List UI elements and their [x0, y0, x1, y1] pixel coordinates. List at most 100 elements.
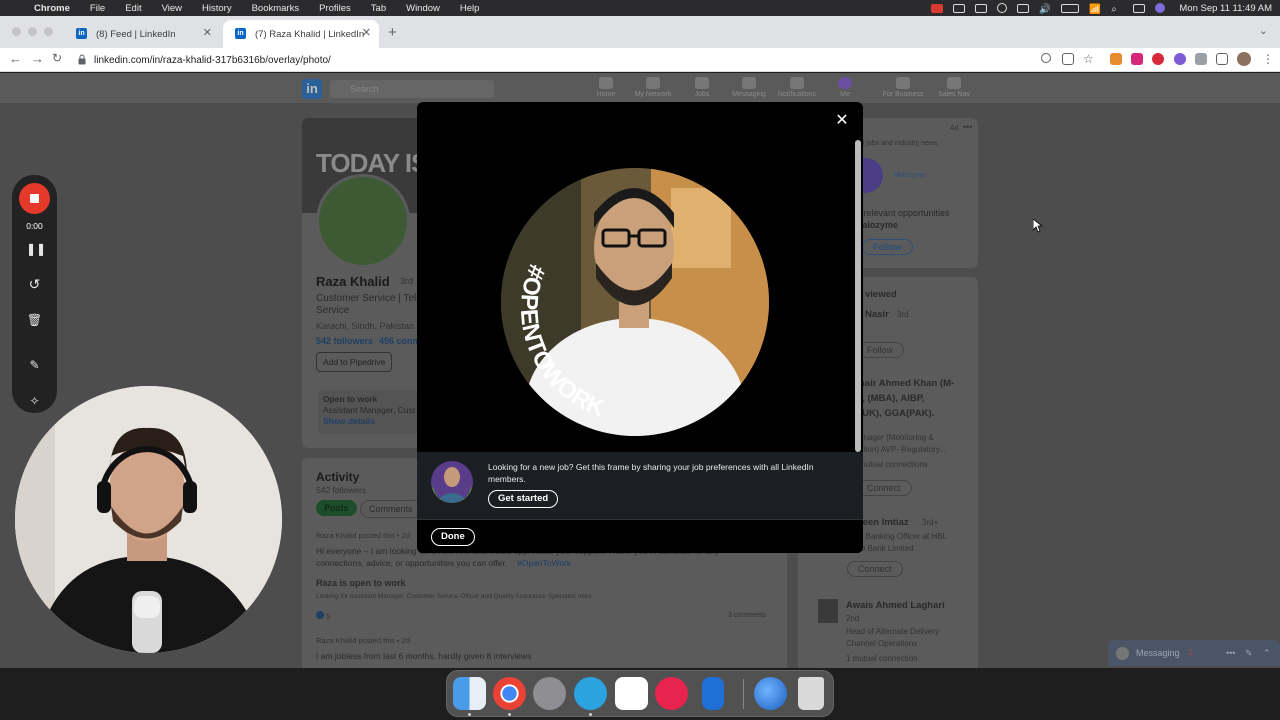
- side-panel-icon[interactable]: [1216, 53, 1228, 65]
- zoom-window-button[interactable]: [44, 27, 53, 36]
- trash-icon[interactable]: [798, 677, 824, 710]
- opentowork-hashtag[interactable]: #OpenToWork: [517, 558, 571, 568]
- spotlight-search-icon[interactable]: ⌕: [1111, 4, 1123, 15]
- menu-profiles[interactable]: Profiles: [319, 3, 361, 14]
- slack-icon[interactable]: [615, 677, 648, 710]
- shield-extension-icon[interactable]: [1152, 53, 1164, 65]
- add-to-pipedrive-button[interactable]: Add to Pipedrive: [316, 352, 393, 372]
- nav-messaging[interactable]: Messaging: [724, 77, 774, 98]
- done-button[interactable]: Done: [431, 528, 475, 546]
- extension-icon[interactable]: [1131, 53, 1143, 65]
- effects-icon[interactable]: ✧: [26, 393, 43, 410]
- telegram-icon[interactable]: [574, 677, 607, 710]
- menu-edit[interactable]: Edit: [125, 3, 151, 14]
- airplay-icon[interactable]: [1017, 3, 1030, 13]
- person-name[interactable]: reen Imtiaz: [859, 517, 909, 528]
- nav-my-network[interactable]: My Network: [628, 77, 678, 98]
- connections-count[interactable]: 456 conn: [379, 336, 418, 346]
- follow-button[interactable]: Follow: [862, 239, 913, 255]
- zoom-search-icon[interactable]: [1041, 53, 1051, 63]
- menu-help[interactable]: Help: [460, 3, 490, 14]
- nav-home[interactable]: Home: [581, 77, 631, 98]
- metamask-extension-icon[interactable]: [1110, 53, 1122, 65]
- menu-history[interactable]: History: [202, 3, 242, 14]
- connect-button[interactable]: Connect: [847, 561, 903, 577]
- compose-icon[interactable]: ✎: [1245, 640, 1253, 666]
- tab-profile[interactable]: in (7) Raza Khalid | LinkedIn ✕: [223, 20, 379, 48]
- menu-window[interactable]: Window: [406, 3, 450, 14]
- back-button[interactable]: ←: [9, 51, 22, 66]
- volume-icon[interactable]: 🔊: [1039, 4, 1051, 15]
- notes-blue-icon[interactable]: [702, 677, 724, 710]
- display-icon[interactable]: [953, 3, 966, 13]
- system-settings-icon[interactable]: [533, 677, 566, 710]
- minimize-window-button[interactable]: [28, 27, 37, 36]
- stop-recording-button[interactable]: [19, 183, 50, 214]
- nav-me[interactable]: Me: [820, 77, 870, 98]
- webcam-bubble[interactable]: [15, 386, 282, 653]
- linkedin-logo-icon[interactable]: in: [302, 79, 322, 99]
- forward-button[interactable]: →: [31, 51, 44, 66]
- menu-bookmarks[interactable]: Bookmarks: [252, 3, 310, 14]
- modal-scrollbar[interactable]: [855, 140, 861, 452]
- menu-tab[interactable]: Tab: [371, 3, 396, 14]
- globe-icon[interactable]: [754, 677, 787, 710]
- siri-icon[interactable]: [1155, 3, 1166, 13]
- close-window-button[interactable]: [12, 27, 21, 36]
- tab-feed[interactable]: in (8) Feed | LinkedIn ✕: [64, 20, 220, 48]
- menu-app-name[interactable]: Chrome: [34, 3, 80, 14]
- show-details-link[interactable]: Show details: [323, 416, 375, 426]
- more-options-icon[interactable]: •••: [1226, 640, 1235, 666]
- followers-count[interactable]: 542 followers: [316, 336, 373, 346]
- nav-jobs[interactable]: Jobs: [677, 77, 727, 98]
- menubar-clock[interactable]: Mon Sep 11 11:49 AM: [1179, 3, 1272, 14]
- tab-posts[interactable]: Posts: [316, 500, 357, 516]
- finder-icon[interactable]: [453, 677, 486, 710]
- tab-close-icon[interactable]: ✕: [203, 26, 212, 39]
- person-name-2[interactable]: ), (MBA), AIBP,: [859, 393, 924, 404]
- gear-extension-icon[interactable]: [1174, 53, 1186, 65]
- share-icon[interactable]: [1062, 53, 1074, 65]
- close-icon[interactable]: ✕: [833, 112, 851, 130]
- chrome-icon[interactable]: [493, 677, 526, 710]
- battery-icon[interactable]: [1061, 3, 1080, 13]
- app-red-icon[interactable]: [655, 677, 688, 710]
- bookmark-star-icon[interactable]: ☆: [1083, 53, 1095, 65]
- trash-icon[interactable]: 🗑: [26, 312, 43, 329]
- wifi-icon[interactable]: 📶: [1089, 4, 1101, 15]
- new-tab-button[interactable]: +: [388, 24, 397, 41]
- comment-count[interactable]: 3 comments: [728, 612, 766, 619]
- address-bar[interactable]: linkedin.com/in/raza-khalid-317b6316b/ov…: [74, 50, 1034, 70]
- chevron-up-icon[interactable]: ⌃: [1263, 640, 1271, 666]
- more-options-icon[interactable]: •••: [963, 122, 972, 132]
- profile-photo[interactable]: [316, 174, 410, 268]
- tab-comments[interactable]: Comments: [360, 500, 422, 518]
- search-input[interactable]: Search: [330, 80, 494, 98]
- recording-status-icon[interactable]: [931, 3, 944, 13]
- person-name[interactable]: hair Ahmed Khan (M-: [859, 378, 954, 389]
- get-started-button[interactable]: Get started: [488, 490, 559, 508]
- reload-button[interactable]: ↻: [52, 51, 62, 65]
- nav-sales-nav[interactable]: Sales Nav: [929, 77, 979, 98]
- menu-view[interactable]: View: [162, 3, 192, 14]
- brightness-icon[interactable]: [997, 3, 1008, 13]
- chrome-menu-icon[interactable]: ⋮: [1262, 53, 1274, 65]
- tab-close-icon[interactable]: ✕: [362, 26, 371, 39]
- nav-for-business[interactable]: For Business: [878, 77, 928, 98]
- tab-search-chevron-icon[interactable]: ⌄: [1259, 24, 1268, 37]
- restart-icon[interactable]: ↺: [26, 276, 43, 293]
- person-name[interactable]: Nasir: [865, 309, 889, 320]
- person-name[interactable]: Awais Ahmed Laghari: [846, 600, 945, 611]
- nav-notifications[interactable]: Notifications: [772, 77, 822, 98]
- messaging-overlay[interactable]: Messaging 1 ••• ✎ ⌃: [1108, 640, 1280, 666]
- reaction-count[interactable]: 5: [316, 611, 330, 621]
- control-center-icon[interactable]: [1133, 3, 1146, 13]
- pencil-icon[interactable]: ✎: [26, 357, 43, 374]
- screen-icon[interactable]: [975, 3, 988, 13]
- puzzle-icon[interactable]: [1195, 53, 1207, 65]
- profile-avatar[interactable]: [1237, 52, 1251, 66]
- follow-button[interactable]: Follow: [856, 342, 905, 358]
- connect-button[interactable]: Connect: [856, 480, 912, 496]
- pause-icon[interactable]: ❚❚: [26, 241, 46, 258]
- menu-file[interactable]: File: [90, 3, 115, 14]
